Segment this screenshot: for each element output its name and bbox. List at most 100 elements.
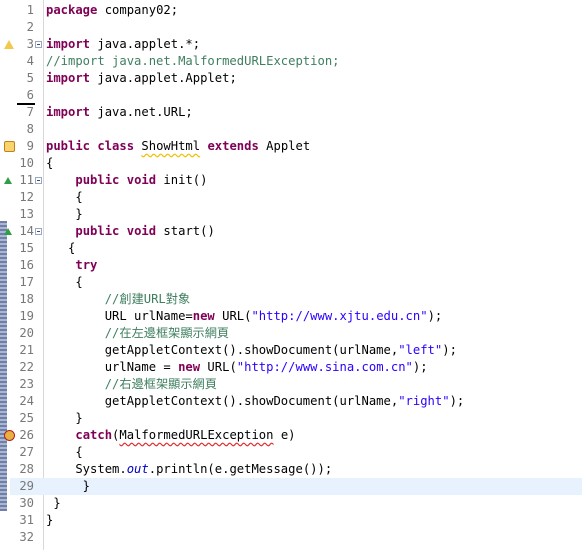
- line-number: 21: [19, 343, 34, 357]
- code-line[interactable]: import java.applet.Applet;: [44, 70, 582, 87]
- line-number: 1: [26, 3, 34, 17]
- code-token: init(): [156, 173, 208, 187]
- fold-toggle-icon[interactable]: [35, 177, 42, 184]
- line-number: 7: [26, 105, 34, 119]
- code-line[interactable]: urlName = new URL("http://www.sina.com.c…: [44, 359, 582, 376]
- comment-token: //創建URL對象: [104, 292, 191, 306]
- code-token: MalformedURLException: [119, 428, 274, 442]
- keyword-token: import: [46, 71, 91, 85]
- code-line[interactable]: [44, 87, 582, 104]
- line-number: 4: [26, 54, 34, 68]
- line-number: 32: [19, 530, 34, 544]
- code-line[interactable]: //創建URL對象: [44, 291, 582, 308]
- code-token: }: [46, 411, 83, 425]
- line-number: 8: [26, 122, 34, 136]
- override-up-icon[interactable]: [4, 177, 12, 184]
- code-line[interactable]: URL urlName=new URL("http://www.xjtu.edu…: [44, 308, 582, 325]
- code-line[interactable]: getAppletContext().showDocument(urlName,…: [44, 342, 582, 359]
- code-token: {: [46, 275, 83, 289]
- code-token: start(): [156, 224, 215, 238]
- line-number: 6: [26, 88, 34, 102]
- string-token: "right": [398, 394, 450, 408]
- code-token: ShowHtml: [141, 139, 201, 153]
- code-line[interactable]: [44, 529, 582, 546]
- line-number: 27: [19, 445, 34, 459]
- code-area[interactable]: package company02; import java.applet.*; /…: [44, 0, 582, 550]
- code-line[interactable]: //右邊框架顯示網頁: [44, 376, 582, 393]
- line-number: 28: [19, 462, 34, 476]
- code-line[interactable]: import java.applet.*;: [44, 36, 582, 53]
- code-line[interactable]: //在左邊框架顯示網頁: [44, 325, 582, 342]
- keyword-token: public: [75, 224, 120, 238]
- code-line[interactable]: public void start(): [44, 223, 582, 240]
- code-line[interactable]: package company02;: [44, 2, 582, 19]
- code-line[interactable]: public void init(): [44, 172, 582, 189]
- code-line[interactable]: import java.net.URL;: [44, 104, 582, 121]
- error-icon[interactable]: [4, 430, 15, 441]
- code-line[interactable]: }: [44, 206, 582, 223]
- warning-icon[interactable]: [4, 40, 14, 49]
- code-token: out: [126, 462, 149, 476]
- line-number: 19: [19, 309, 34, 323]
- keyword-token: extends: [207, 139, 259, 153]
- code-line[interactable]: [44, 121, 582, 138]
- code-line[interactable]: }: [44, 410, 582, 427]
- quickfix-icon[interactable]: [4, 141, 15, 152]
- code-line[interactable]: {: [44, 155, 582, 172]
- code-token: urlName =: [46, 360, 179, 374]
- line-number: 2: [26, 20, 34, 34]
- code-token: );: [427, 309, 443, 323]
- code-line[interactable]: try: [44, 257, 582, 274]
- code-line[interactable]: }: [44, 478, 582, 495]
- code-token: getAppletContext().showDocument(urlName,: [46, 394, 399, 408]
- code-token: {: [46, 156, 54, 170]
- line-number: 31: [19, 513, 34, 527]
- code-token: );: [412, 360, 428, 374]
- line-number: 29: [19, 479, 34, 493]
- keyword-token: import: [46, 105, 91, 119]
- code-line[interactable]: {: [44, 274, 582, 291]
- keyword-token: new: [192, 309, 215, 323]
- code-token: getAppletContext().showDocument(urlName,: [46, 343, 399, 357]
- code-line[interactable]: {: [44, 240, 582, 257]
- keyword-token: catch: [75, 428, 113, 442]
- code-line[interactable]: public class ShowHtml extends Applet: [44, 138, 582, 155]
- fold-toggle-icon[interactable]: [35, 228, 42, 235]
- code-line[interactable]: }: [44, 512, 582, 529]
- code-line[interactable]: {: [44, 189, 582, 206]
- keyword-token: class: [97, 139, 135, 153]
- line-number: 25: [19, 411, 34, 425]
- code-editor[interactable]: package company02; import java.applet.*; /…: [0, 0, 582, 550]
- code-token: java.net.URL;: [90, 105, 193, 119]
- keyword-token: public: [46, 139, 91, 153]
- line-number: 22: [19, 360, 34, 374]
- code-token: {: [46, 445, 83, 459]
- code-token: company02;: [97, 3, 179, 17]
- code-line[interactable]: }: [44, 495, 582, 512]
- comment-token: //在左邊框架顯示網頁: [104, 326, 230, 340]
- code-token: );: [442, 343, 457, 357]
- overview-ruler[interactable]: [0, 0, 10, 550]
- code-token: java.applet.Applet;: [90, 71, 237, 85]
- code-line[interactable]: System.out.println(e.getMessage());: [44, 461, 582, 478]
- override-up-icon[interactable]: [4, 228, 12, 235]
- code-line[interactable]: [44, 19, 582, 36]
- code-line[interactable]: {: [44, 444, 582, 461]
- code-token: }: [46, 479, 91, 493]
- keyword-token: void: [126, 173, 157, 187]
- code-token: );: [449, 394, 465, 408]
- code-line[interactable]: catch(MalformedURLException e): [44, 427, 582, 444]
- code-line[interactable]: //import java.net.MalformedURLException;: [44, 53, 582, 70]
- code-line[interactable]: getAppletContext().showDocument(urlName,…: [44, 393, 582, 410]
- fold-toggle-icon[interactable]: [35, 41, 42, 48]
- comment-token: //import java.net.MalformedURLException;: [46, 54, 340, 68]
- code-token: }: [46, 513, 54, 527]
- code-token: {: [46, 241, 76, 255]
- keyword-token: new: [178, 360, 201, 374]
- code-token: e): [273, 428, 296, 442]
